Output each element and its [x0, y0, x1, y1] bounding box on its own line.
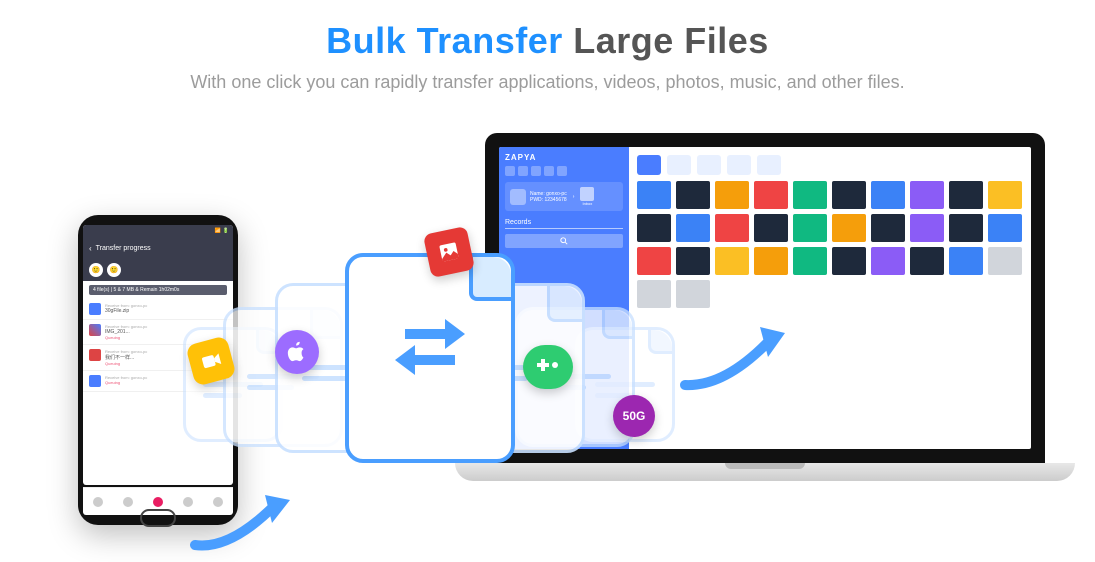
- toolbar-icon: [557, 166, 567, 176]
- file-thumb: [89, 349, 101, 361]
- illustration-scene: 📶🔋 ‹ Transfer progress 🙂 🙂 4 file(s) | 5…: [0, 115, 1095, 545]
- avatar: 🙂: [107, 263, 121, 277]
- device-icon: [510, 189, 526, 205]
- thumbnail: [754, 247, 788, 275]
- device-info-card: Name: gonxo-pc PWD: 12345678 › Inbox: [505, 182, 623, 211]
- app-brand: ZAPYA: [505, 153, 623, 162]
- thumbnail-grid: [637, 181, 1023, 308]
- thumbnail: [910, 214, 944, 242]
- thumbnail: [793, 214, 827, 242]
- thumbnail: [793, 181, 827, 209]
- laptop-main: [629, 147, 1031, 449]
- thumbnail: [988, 214, 1022, 242]
- thumbnail: [832, 247, 866, 275]
- toolbar-icon: [518, 166, 528, 176]
- thumbnail: [754, 214, 788, 242]
- thumbnail: [871, 181, 905, 209]
- thumbnail: [715, 247, 749, 275]
- thumbnail: [949, 181, 983, 209]
- size-badge: 50G: [613, 395, 655, 437]
- thumbnail: [715, 181, 749, 209]
- thumbnail: [832, 181, 866, 209]
- thumbnail: [832, 214, 866, 242]
- thumbnail: [871, 214, 905, 242]
- thumbnail: [910, 247, 944, 275]
- avatar: 🙂: [89, 263, 103, 277]
- pwd-value: 12345678: [544, 197, 566, 203]
- pwd-label: PWD:: [530, 197, 543, 203]
- game-badge-icon: [523, 345, 573, 389]
- file-card-main: [345, 253, 515, 463]
- toolbar-icon: [505, 166, 515, 176]
- category-item: [727, 155, 751, 175]
- thumbnail: [949, 247, 983, 275]
- thumbnail: [793, 247, 827, 275]
- file-cards-stack: 50G: [165, 235, 685, 515]
- page-subtitle: With one click you can rapidly transfer …: [0, 72, 1095, 93]
- thumbnail: [676, 181, 710, 209]
- thumbnail: [754, 181, 788, 209]
- thumbnail: [949, 214, 983, 242]
- title-accent: Bulk Transfer: [326, 20, 563, 61]
- category-item: [637, 155, 661, 175]
- inbox-icon: [580, 187, 594, 201]
- thumbnail: [637, 181, 671, 209]
- back-icon: ‹: [89, 244, 92, 253]
- transfer-arrow-left: [190, 485, 300, 555]
- laptop-toolbar: [505, 166, 623, 176]
- size-badge-text: 50G: [623, 409, 646, 423]
- apple-badge-icon: [275, 330, 319, 374]
- nav-item-active: [153, 497, 163, 507]
- thumbnail: [910, 181, 944, 209]
- file-thumb: [89, 324, 101, 336]
- phone-header-title: Transfer progress: [96, 245, 151, 252]
- file-thumb: [89, 303, 101, 315]
- category-row: [637, 155, 1023, 175]
- swap-icon: [390, 307, 470, 377]
- thumbnail: [988, 181, 1022, 209]
- toolbar-icon: [531, 166, 541, 176]
- page-title: Bulk Transfer Large Files: [0, 20, 1095, 62]
- transfer-arrow-right: [680, 315, 790, 395]
- nav-item: [93, 497, 103, 507]
- thumbnail: [988, 247, 1022, 275]
- category-item: [667, 155, 691, 175]
- records-tab: Records: [505, 217, 623, 229]
- photo-badge-icon: [423, 226, 475, 278]
- thumbnail: [715, 214, 749, 242]
- toolbar-icon: [544, 166, 554, 176]
- title-rest: Large Files: [563, 20, 769, 61]
- thumbnail: [871, 247, 905, 275]
- inbox-label: Inbox: [580, 201, 594, 206]
- nav-item: [123, 497, 133, 507]
- category-item: [757, 155, 781, 175]
- category-item: [697, 155, 721, 175]
- file-thumb: [89, 375, 101, 387]
